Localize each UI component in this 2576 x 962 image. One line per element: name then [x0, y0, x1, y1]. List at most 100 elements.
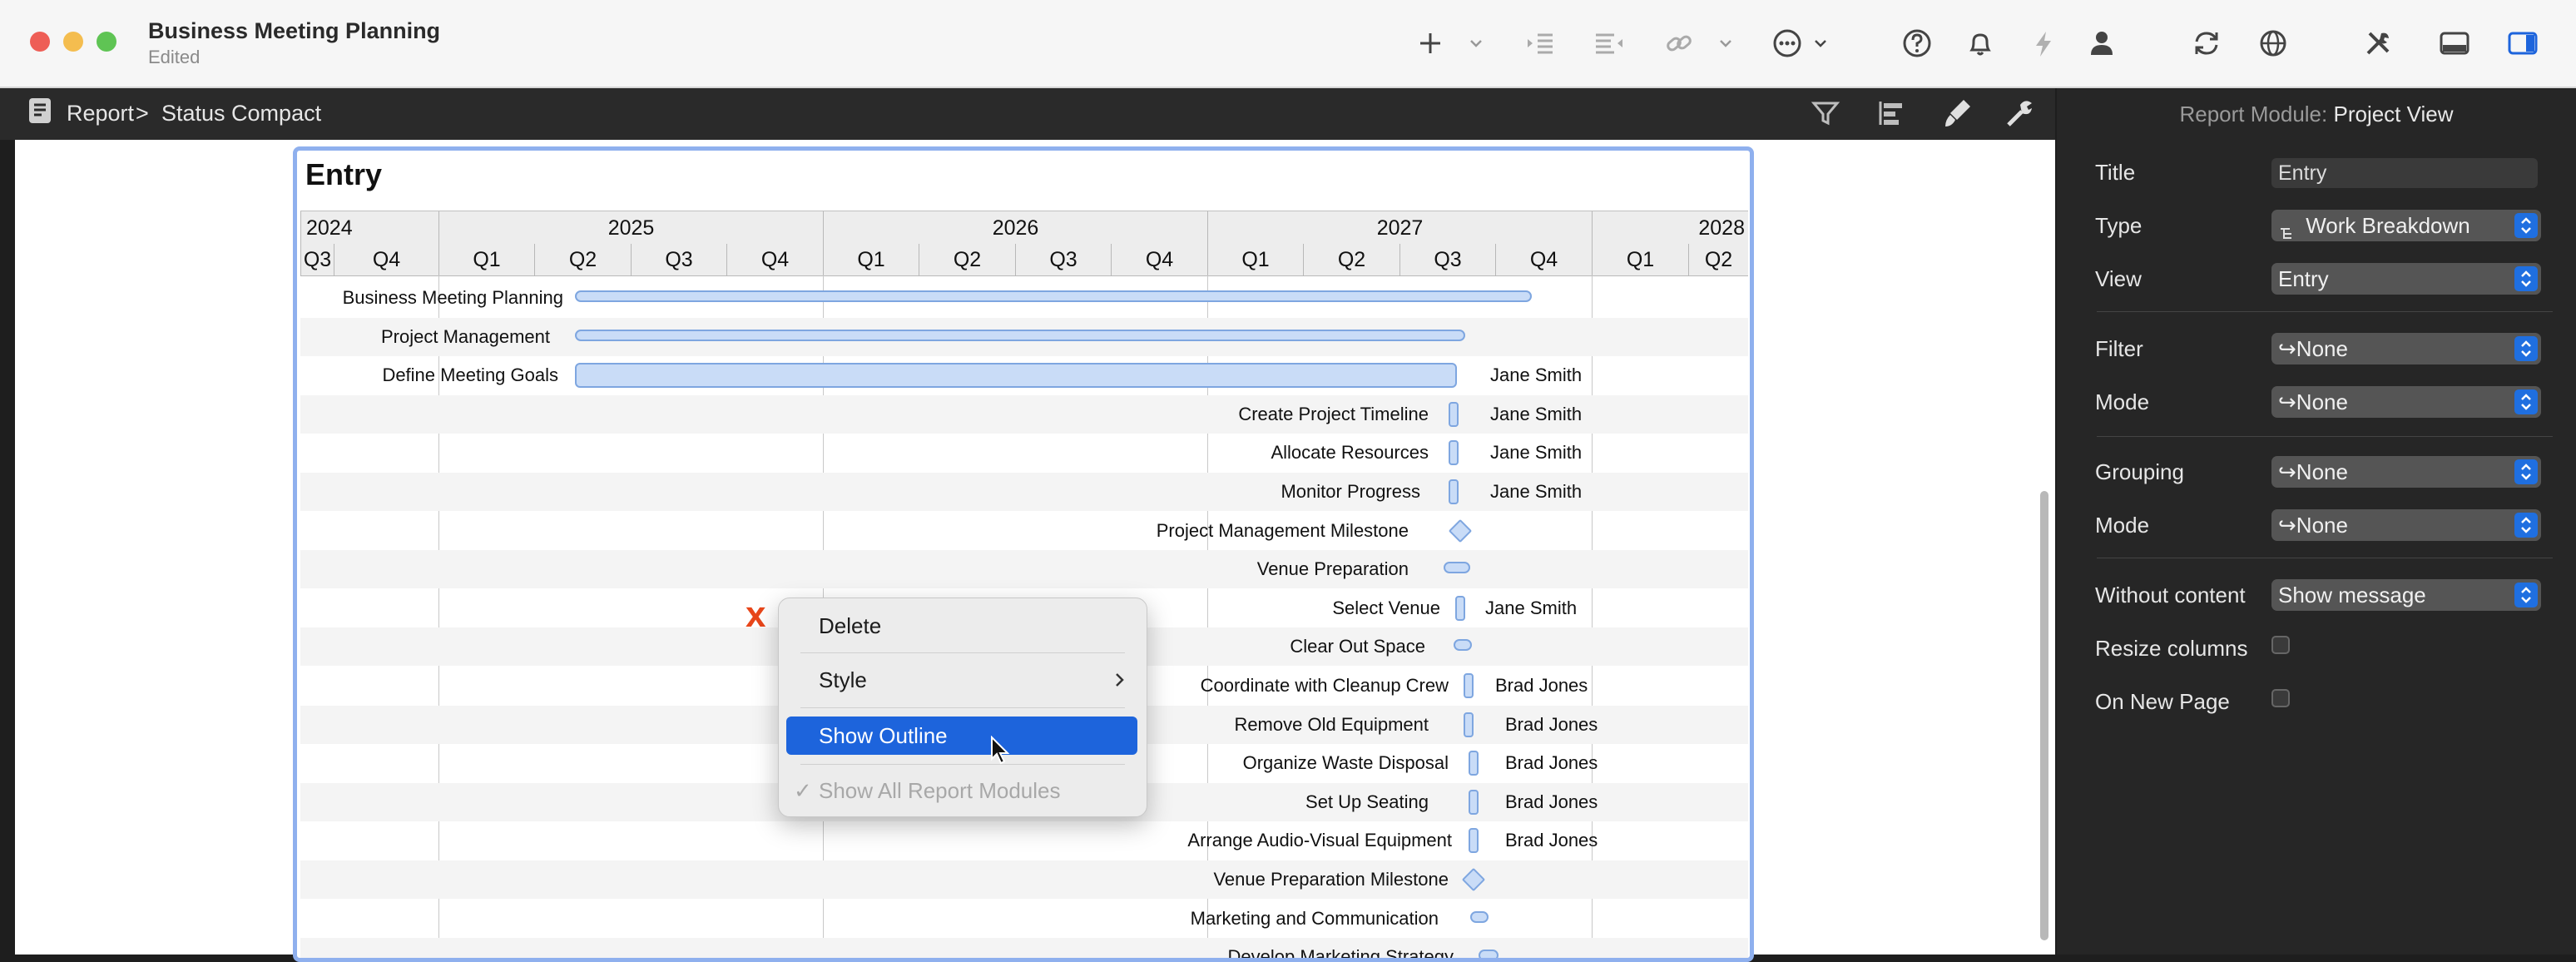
gantt-row[interactable]: Project Management Milestone: [300, 512, 1748, 550]
task-bar[interactable]: [1469, 751, 1479, 776]
more-actions-icon[interactable]: [1769, 25, 1806, 62]
summary-bar[interactable]: [575, 290, 1532, 302]
gantt-row[interactable]: Marketing and Communication: [300, 900, 1748, 938]
indent-icon[interactable]: [1523, 25, 1559, 62]
filter-popup[interactable]: ↪None: [2271, 333, 2541, 364]
view-popup[interactable]: Entry: [2271, 263, 2541, 295]
stepper-chevron-icon: [2514, 459, 2538, 484]
gantt-row[interactable]: Allocate Resources Jane Smith: [300, 434, 1748, 472]
task-resource: Jane Smith: [1485, 597, 1578, 618]
without-content-value: Show message: [2278, 583, 2426, 607]
bottom-panel-toggle-icon[interactable]: [2436, 25, 2473, 62]
grouping-mode-popup[interactable]: ↪None: [2271, 509, 2541, 541]
menu-item-delete[interactable]: Delete: [819, 613, 881, 639]
add-icon[interactable]: [1412, 25, 1449, 62]
gantt-row[interactable]: Define Meeting Goals Jane Smith: [300, 356, 1748, 394]
close-window-button[interactable]: [30, 32, 50, 52]
task-bar[interactable]: [1449, 401, 1459, 427]
link-menu-chevron-icon[interactable]: [1716, 33, 1736, 53]
inherit-arrow-icon: ↪: [2278, 459, 2296, 484]
document-title: Business Meeting Planning: [148, 18, 441, 43]
breadcrumb-current[interactable]: Status Compact: [161, 101, 321, 126]
minimize-window-button[interactable]: [63, 32, 83, 52]
breadcrumb-separator: >: [136, 101, 149, 126]
gantt-row[interactable]: Venue Preparation Milestone: [300, 860, 1748, 899]
tools-icon[interactable]: [2360, 25, 2396, 62]
person-icon[interactable]: [2083, 25, 2120, 62]
link-icon[interactable]: [1661, 25, 1697, 62]
summary-bar[interactable]: [575, 329, 1465, 341]
menu-separator: [800, 707, 1125, 708]
help-icon[interactable]: [1899, 25, 1935, 62]
project-view-module[interactable]: Entry 2024 2025 2026 2027 2028 Q3 Q4 Q1 Q2 Q…: [293, 146, 1754, 962]
summary-bar[interactable]: [1479, 950, 1499, 958]
without-content-label: Without content: [2095, 583, 2246, 607]
quarter-cell: Q1: [1592, 244, 1688, 275]
sync-icon[interactable]: [2188, 25, 2225, 62]
menu-item-style[interactable]: Style: [819, 667, 867, 693]
gantt-row[interactable]: Project Management: [300, 317, 1748, 356]
task-bar[interactable]: [1464, 712, 1474, 737]
more-actions-chevron-icon[interactable]: [1811, 33, 1830, 53]
add-menu-chevron-icon[interactable]: [1466, 33, 1486, 53]
milestone-diamond[interactable]: [1461, 867, 1486, 892]
filter-label: Filter: [2095, 336, 2143, 361]
context-menu: Delete Style Show Outline ✓ Show All Rep…: [778, 598, 1147, 817]
filter-funnel-icon[interactable]: [1807, 95, 1844, 131]
summary-bar[interactable]: [1444, 562, 1470, 574]
without-content-popup[interactable]: Show message: [2271, 579, 2541, 611]
title-field[interactable]: Entry: [2271, 158, 2538, 188]
quarter-cell: Q1: [823, 244, 919, 275]
outdent-icon[interactable]: [1591, 25, 1627, 62]
resize-columns-checkbox[interactable]: [2271, 636, 2290, 654]
timeline-years: 2024 2025 2026 2027 2028: [300, 211, 1748, 245]
grouping-popup[interactable]: ↪None: [2271, 456, 2541, 488]
type-popup[interactable]: Work Breakdown: [2271, 210, 2541, 241]
quarter-cell: Q3: [631, 244, 726, 275]
task-name: Business Meeting Planning: [342, 287, 563, 308]
task-resource: Jane Smith: [1490, 442, 1583, 464]
task-bar[interactable]: [1449, 440, 1459, 466]
breadcrumb-root[interactable]: Report: [67, 101, 134, 126]
task-resource: Brad Jones: [1505, 791, 1598, 812]
gantt-row[interactable]: Business Meeting Planning: [300, 279, 1748, 317]
quarter-cell: Q1: [1207, 244, 1303, 275]
task-bar[interactable]: [1449, 479, 1459, 504]
summary-bar[interactable]: [1470, 910, 1489, 923]
gantt-row[interactable]: Venue Preparation: [300, 550, 1748, 589]
zoom-window-button[interactable]: [97, 32, 116, 52]
inspector-panel: Report Module: Project View Title Entry …: [2057, 88, 2576, 955]
task-name: Project Management Milestone: [1156, 519, 1409, 541]
task-name: Organize Waste Disposal: [1242, 752, 1449, 774]
gantt-row[interactable]: Develop Marketing Strategy: [300, 938, 1748, 958]
inspector-panel-toggle-icon[interactable]: [2504, 25, 2541, 62]
milestone-diamond[interactable]: [1448, 518, 1473, 543]
gantt-row[interactable]: Create Project Timeline Jane Smith: [300, 394, 1748, 434]
quarter-cell: Q4: [1111, 244, 1207, 275]
wrench-icon[interactable]: [2000, 95, 2037, 131]
menu-separator: [800, 764, 1125, 765]
quarter-cell: Q4: [726, 244, 823, 275]
task-bar[interactable]: [1469, 789, 1479, 815]
grouping-mode-value: None: [2296, 513, 2348, 538]
gantt-align-icon[interactable]: [1874, 95, 1910, 131]
gantt-row[interactable]: Arrange Audio-Visual Equipment Brad Jones: [300, 821, 1748, 860]
vertical-scrollbar[interactable]: [2040, 491, 2048, 940]
style-brush-icon[interactable]: [1939, 95, 1975, 131]
filter-mode-popup[interactable]: ↪None: [2271, 386, 2541, 418]
menu-item-show-outline[interactable]: Show Outline: [819, 723, 948, 749]
new-page-checkbox[interactable]: [2271, 689, 2290, 707]
task-bar[interactable]: [1469, 828, 1479, 854]
task-bar[interactable]: [575, 363, 1457, 389]
task-resource: Jane Smith: [1490, 364, 1583, 386]
lightning-icon[interactable]: [2025, 25, 2062, 62]
task-bar[interactable]: [1455, 595, 1465, 621]
grouping-label: Grouping: [2095, 459, 2184, 484]
notifications-bell-icon[interactable]: [1962, 25, 1999, 62]
work-breakdown-icon: [2278, 219, 2300, 240]
task-bar[interactable]: [1464, 673, 1474, 698]
gantt-row[interactable]: Monitor Progress Jane Smith: [300, 473, 1748, 511]
globe-icon[interactable]: [2255, 25, 2291, 62]
grouping-mode-label: Mode: [2095, 513, 2150, 538]
summary-bar[interactable]: [1454, 639, 1472, 652]
